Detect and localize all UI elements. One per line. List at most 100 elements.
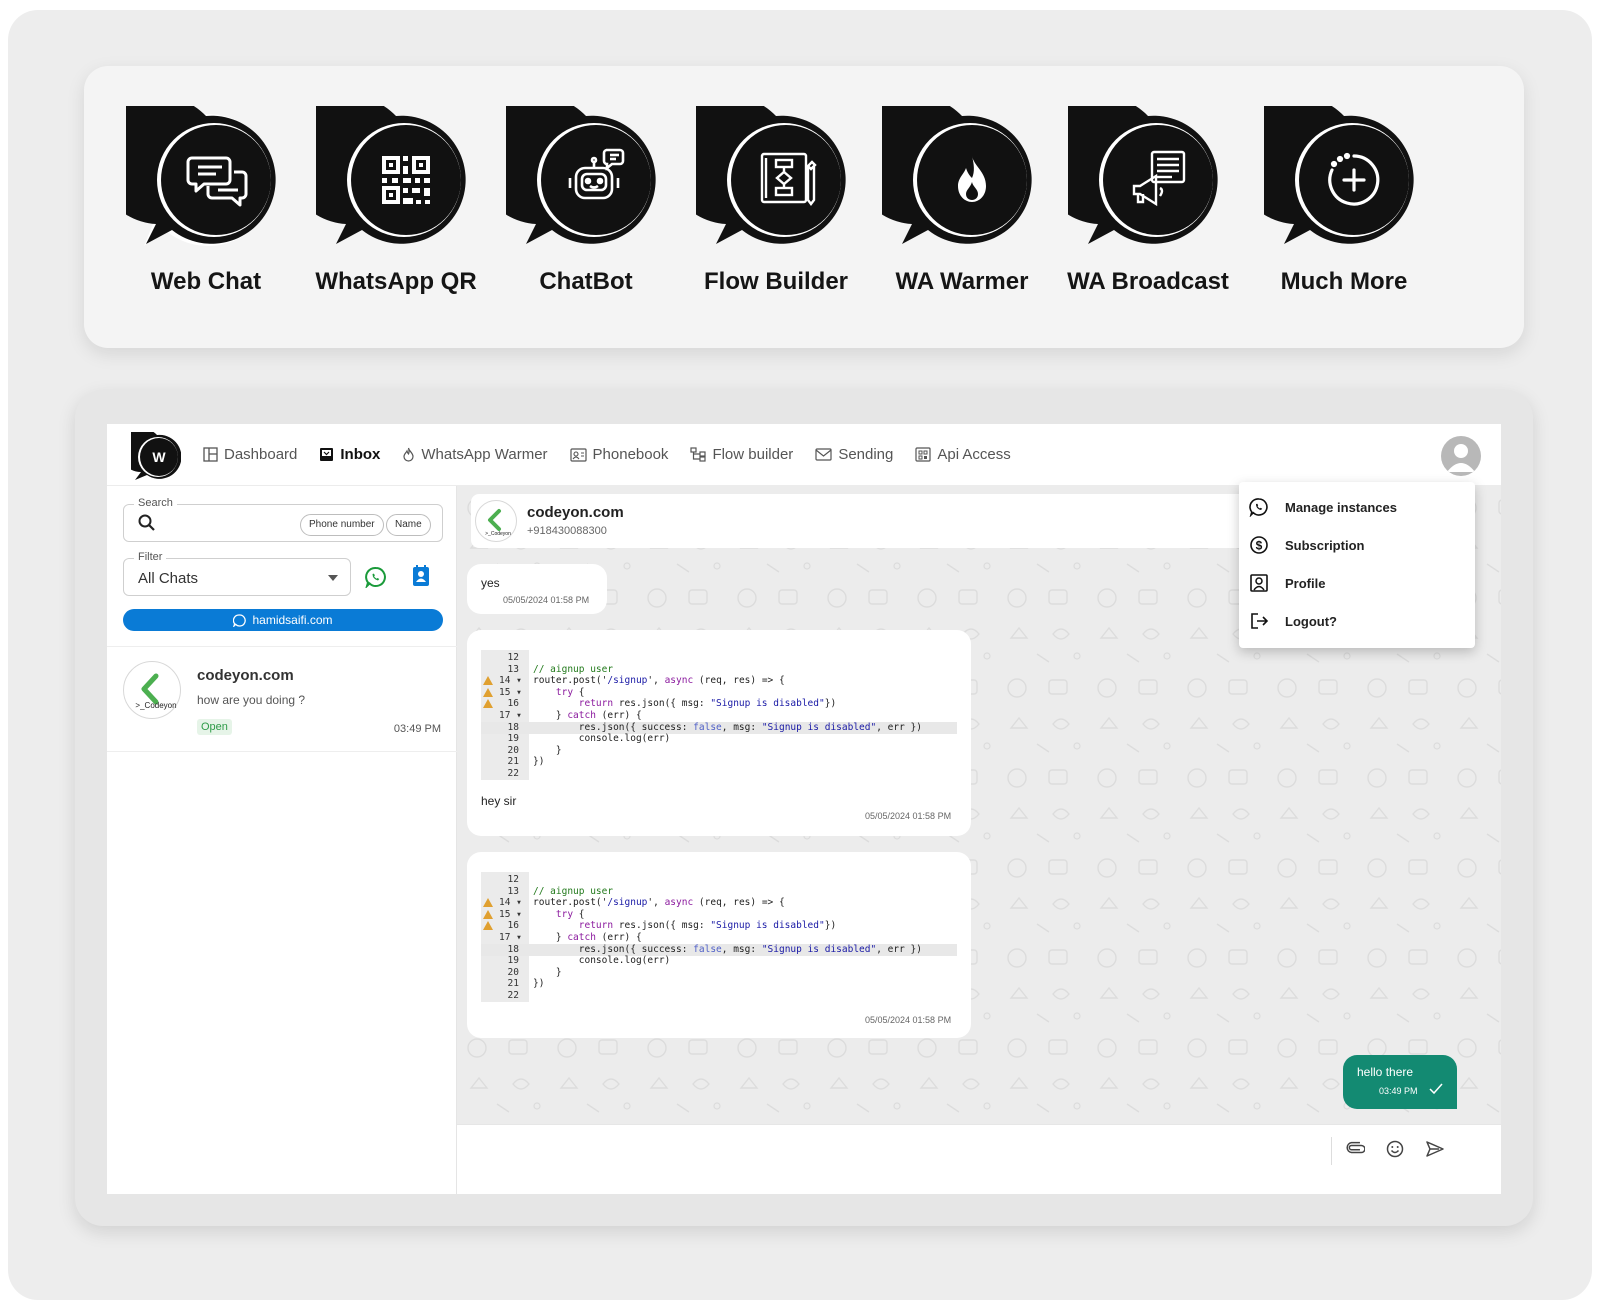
- code-line: 19 console.log(err): [481, 955, 957, 967]
- warning-icon: [483, 687, 493, 697]
- line-number: 21: [507, 978, 519, 990]
- feature-whatsapp-qr[interactable]: WhatsApp QR: [296, 106, 496, 296]
- code-text: } catch (err) {: [533, 932, 642, 943]
- nav-flow-builder[interactable]: Flow builder: [690, 446, 793, 463]
- menu-manage-instances[interactable]: Manage instances: [1249, 492, 1469, 522]
- nav-label: Phonebook: [592, 446, 669, 463]
- line-number: 17 ▾: [499, 710, 522, 721]
- code-line: 21}): [481, 756, 957, 768]
- chat-contact-name: codeyon.com: [527, 504, 624, 521]
- warning-icon: [483, 921, 493, 931]
- menu-logout[interactable]: Logout?: [1249, 606, 1469, 636]
- line-number: 13: [507, 885, 519, 897]
- qr-code-icon: [316, 106, 476, 256]
- feature-label: WhatsApp QR: [315, 268, 477, 295]
- svg-text:W: W: [152, 449, 166, 465]
- contact-avatar[interactable]: >_Codeyon: [475, 500, 517, 542]
- feature-flow-builder[interactable]: Flow Builder: [676, 106, 876, 296]
- line-number: 15 ▾: [499, 908, 522, 920]
- profile-icon: [1250, 574, 1268, 592]
- line-number: 18: [507, 721, 519, 733]
- app-window: W Dashboard Inbox WhatsApp Warmer Phoneb…: [107, 424, 1501, 1194]
- app-frame: W Dashboard Inbox WhatsApp Warmer Phoneb…: [75, 390, 1533, 1226]
- code-text: }: [533, 966, 562, 978]
- filter-select[interactable]: Filter All Chats: [123, 551, 351, 596]
- nav-api-access[interactable]: Api Access: [915, 446, 1011, 463]
- active-instance-pill[interactable]: hamidsaifi.com: [123, 609, 443, 631]
- contacts-button[interactable]: [411, 564, 431, 593]
- feature-much-more[interactable]: Much More: [1244, 106, 1444, 296]
- incoming-image-message[interactable]: 12 13 // aignup user 14 ▾ router.post('/sign…: [467, 852, 971, 1038]
- code-text: } catch (err) {: [533, 710, 642, 721]
- feature-wa-warmer[interactable]: WA Warmer: [862, 106, 1062, 296]
- code-line: 16 return res.json({ msg: "Signup is dis…: [481, 920, 957, 932]
- line-number: 21: [507, 756, 519, 768]
- warning-icon: [483, 676, 493, 686]
- conversation-list-item[interactable]: >_Codeyon codeyon.com how are you doing …: [107, 646, 457, 752]
- instance-name: hamidsaifi.com: [252, 613, 333, 627]
- app-logo[interactable]: W: [118, 428, 182, 482]
- line-number: 16: [507, 920, 519, 932]
- message-time: 05/05/2024 01:58 PM: [865, 1015, 952, 1025]
- code-line: 13 // aignup user: [481, 664, 957, 676]
- code-line: 20 }: [481, 967, 957, 979]
- api-icon: [915, 447, 931, 462]
- code-text: return res.json({ msg: "Signup is disabl…: [578, 920, 837, 932]
- nav-sending[interactable]: Sending: [815, 446, 893, 463]
- user-avatar[interactable]: [1441, 436, 1481, 476]
- code-line: 16 return res.json({ msg: "Signup is dis…: [481, 698, 957, 710]
- nav-label: Dashboard: [224, 446, 298, 463]
- message-text: hey sir: [481, 794, 517, 808]
- incoming-message[interactable]: yes 05/05/2024 01:58 PM: [467, 564, 607, 614]
- whatsapp-icon: [364, 566, 386, 590]
- compose-bar[interactable]: [457, 1124, 1501, 1194]
- search-by-phone-chip[interactable]: Phone number: [300, 514, 384, 536]
- nav-whatsapp-warmer[interactable]: WhatsApp Warmer: [402, 446, 548, 463]
- outgoing-message[interactable]: hello there 03:49 PM: [1343, 1055, 1457, 1109]
- code-line: 14 ▾ router.post('/signup', async (req, r…: [481, 675, 957, 687]
- feature-web-chat[interactable]: Web Chat: [106, 106, 306, 296]
- menu-label: Manage instances: [1285, 499, 1397, 515]
- warning-icon: [483, 909, 493, 919]
- nav-label: Api Access: [937, 446, 1011, 463]
- send-button[interactable]: [1425, 1139, 1445, 1164]
- line-number: 19: [507, 733, 519, 745]
- code-screenshot: 12 13 // aignup user 14 ▾ router.post('/sign…: [481, 872, 957, 1002]
- attach-button[interactable]: [1345, 1139, 1366, 1164]
- feature-chatbot[interactable]: ChatBot: [486, 106, 686, 296]
- nav-label: WhatsApp Warmer: [421, 446, 548, 463]
- filter-label: Filter: [134, 551, 167, 563]
- compose-divider: [1331, 1137, 1332, 1165]
- nav-dashboard[interactable]: Dashboard: [203, 446, 297, 463]
- feature-wa-broadcast[interactable]: WA Broadcast: [1048, 106, 1248, 296]
- line-number: 20: [507, 744, 519, 756]
- search-input[interactable]: Search Phone number Name: [123, 497, 443, 542]
- incoming-image-message[interactable]: 12 13 // aignup user 14 ▾ router.post('/sign…: [467, 630, 971, 836]
- conversation-sidebar: Search Phone number Name Filter All Chat…: [107, 486, 457, 1194]
- line-number: 13: [507, 663, 519, 675]
- last-message-preview: how are you doing ?: [197, 693, 306, 707]
- code-line: 15 ▾ try {: [481, 687, 957, 699]
- user-icon: [1447, 444, 1475, 472]
- search-icon: [138, 514, 155, 531]
- account-dropdown-menu: Manage instances $ Subscription Profile …: [1239, 482, 1475, 648]
- menu-profile[interactable]: Profile: [1249, 568, 1469, 598]
- megaphone-icon: [1068, 106, 1228, 256]
- message-time: 03:49 PM: [1379, 1086, 1418, 1096]
- main-nav: Dashboard Inbox WhatsApp Warmer Phoneboo…: [203, 446, 1011, 463]
- contact-avatar: >_Codeyon: [123, 661, 181, 719]
- code-line: 18 res.json({ success: false, msg: "Sign…: [481, 721, 957, 734]
- whatsapp-filter-button[interactable]: [364, 566, 387, 593]
- nav-phonebook[interactable]: Phonebook: [569, 446, 669, 463]
- warning-icon: [483, 898, 493, 908]
- menu-subscription[interactable]: $ Subscription: [1249, 530, 1469, 560]
- code-line: 18 res.json({ success: false, msg: "Sign…: [481, 943, 957, 956]
- code-text: res.json({ success: false, msg: "Signup …: [533, 943, 922, 955]
- emoji-button[interactable]: [1385, 1139, 1405, 1164]
- search-by-name-chip[interactable]: Name: [386, 514, 431, 536]
- feature-label: Web Chat: [150, 268, 262, 295]
- send-icon: [1426, 1141, 1444, 1157]
- svg-text:>_Codeyon: >_Codeyon: [485, 531, 511, 537]
- menu-label: Logout?: [1285, 613, 1337, 629]
- nav-inbox[interactable]: Inbox: [319, 446, 380, 463]
